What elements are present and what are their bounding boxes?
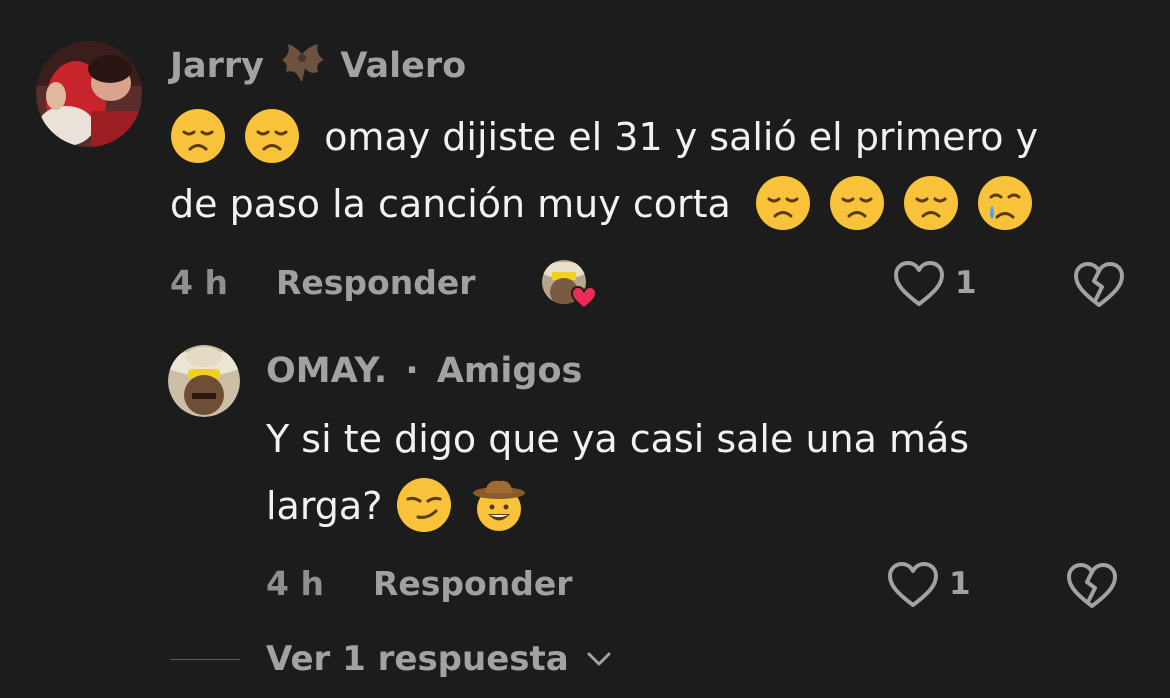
disappointed-face-icon xyxy=(755,175,811,231)
chevron-down-icon xyxy=(585,641,613,675)
separator-dot: · xyxy=(405,351,419,391)
dislike-broken-heart-icon[interactable] xyxy=(1066,562,1118,610)
replies-divider xyxy=(170,659,240,660)
avatar[interactable] xyxy=(168,345,240,417)
avatar[interactable] xyxy=(36,41,142,147)
comment-text-line-1: Y si te digo que ya casi sale una más xyxy=(266,417,970,461)
dislike-broken-heart-icon[interactable] xyxy=(1073,261,1125,309)
username-last[interactable]: Valero xyxy=(340,46,466,86)
disappointed-face-icon xyxy=(244,108,300,164)
disappointed-face-icon xyxy=(170,108,226,164)
comment-username[interactable]: OMAY. · Amigos xyxy=(266,354,582,389)
reply-button[interactable]: Responder xyxy=(373,567,573,600)
comment-username[interactable]: Jarry Valero xyxy=(170,44,466,86)
comment-text-line-1: omay dijiste el 31 y salió el primero y xyxy=(170,104,1130,171)
heart-icon xyxy=(570,285,598,310)
smirking-face-icon xyxy=(396,477,452,533)
username-first[interactable]: Jarry xyxy=(170,46,264,86)
comment-text: Y si te digo que ya casi sale una más la… xyxy=(266,406,1146,540)
disappointed-face-icon xyxy=(903,175,959,231)
crying-face-icon xyxy=(977,175,1033,231)
reply-button[interactable]: Responder xyxy=(276,266,476,299)
comment-text-line-2: de paso la canción muy corta xyxy=(170,171,1130,238)
friends-badge: Amigos xyxy=(436,351,583,391)
like-count: 1 xyxy=(949,566,971,602)
username[interactable]: OMAY. xyxy=(266,351,387,391)
comment-time: 4 h xyxy=(170,263,228,302)
bat-icon xyxy=(278,42,326,86)
cowboy-face-icon xyxy=(471,477,527,533)
creator-liked-avatar xyxy=(542,258,602,310)
view-replies-button[interactable]: Ver 1 respuesta xyxy=(266,642,613,676)
comment-text-line-2: larga? xyxy=(266,473,1146,540)
comment-text: omay dijiste el 31 y salió el primero y … xyxy=(170,104,1130,238)
like-count: 1 xyxy=(955,265,977,301)
like-heart-icon[interactable] xyxy=(887,561,939,609)
comment-time: 4 h xyxy=(266,564,324,603)
disappointed-face-icon xyxy=(829,175,885,231)
like-heart-icon[interactable] xyxy=(893,260,945,308)
